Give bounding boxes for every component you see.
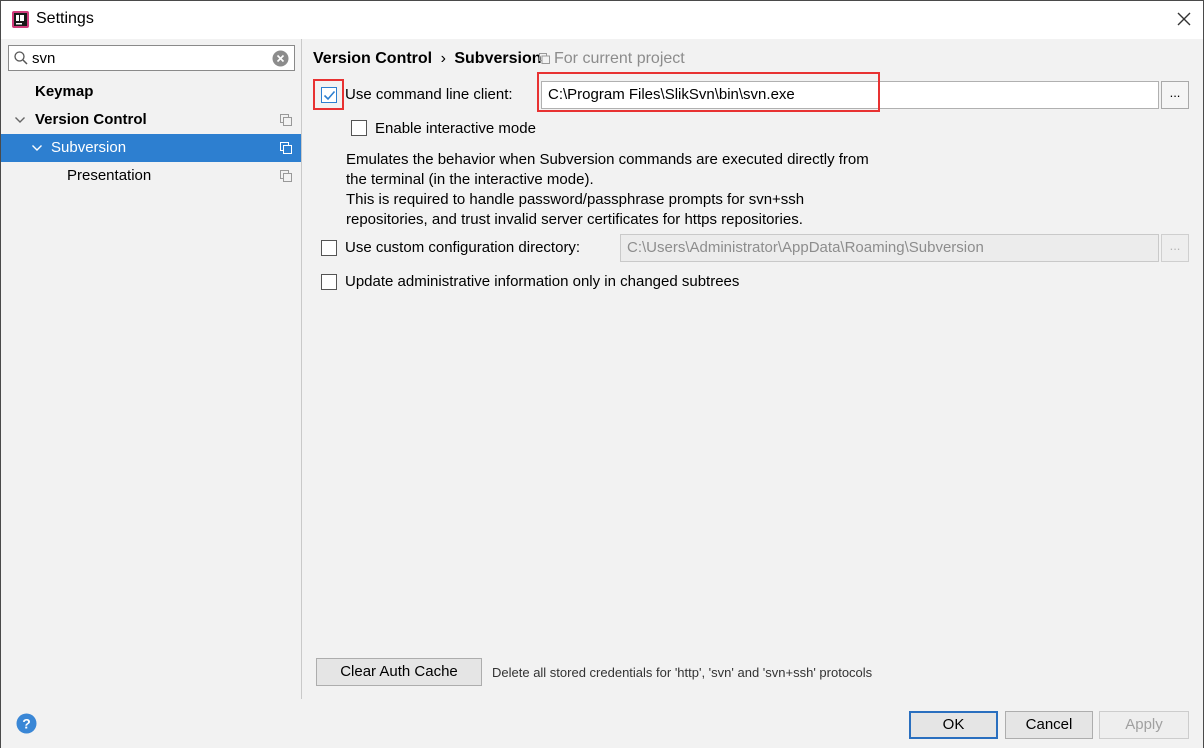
close-icon bbox=[1177, 12, 1191, 26]
search-box[interactable] bbox=[8, 45, 295, 71]
sidebar-item-label: Keymap bbox=[35, 83, 94, 100]
close-window-button[interactable] bbox=[1173, 7, 1195, 31]
ok-button[interactable]: OK bbox=[909, 711, 998, 739]
project-scope-icon bbox=[539, 53, 550, 64]
clear-auth-cache-hint: Delete all stored credentials for 'http'… bbox=[492, 665, 873, 680]
breadcrumb-parent: Version Control bbox=[313, 50, 433, 67]
svn-exe-path-field[interactable]: C:\Program Files\SlikSvn\bin\svn.exe bbox=[541, 81, 1159, 109]
breadcrumb-current: Subversion bbox=[454, 50, 542, 67]
interactive-mode-label: Enable interactive mode bbox=[375, 120, 536, 137]
scope-label: For current project bbox=[539, 50, 685, 68]
custom-config-path-field[interactable]: C:\Users\Administrator\AppData\Roaming\S… bbox=[620, 234, 1159, 262]
update-admin-info-label: Update administrative information only i… bbox=[345, 273, 740, 290]
sidebar-item-label: Version Control bbox=[35, 111, 147, 128]
clear-search-icon[interactable] bbox=[272, 50, 289, 67]
sidebar-item-keymap[interactable]: Keymap bbox=[1, 78, 301, 106]
project-scope-icon bbox=[280, 142, 292, 154]
settings-window: Settings Keymap Version Con bbox=[0, 0, 1204, 748]
description-line: repositories, and trust invalid server c… bbox=[346, 211, 803, 228]
use-cmd-client-label: Use command line client: bbox=[345, 86, 513, 103]
title-bar: Settings bbox=[1, 1, 1203, 39]
window-title: Settings bbox=[36, 10, 94, 27]
description-line: This is required to handle password/pass… bbox=[346, 191, 805, 208]
description-line: the terminal (in the interactive mode). bbox=[346, 171, 594, 188]
sidebar-item-label: Subversion bbox=[51, 139, 127, 156]
sidebar-item-subversion[interactable]: Subversion bbox=[1, 134, 301, 162]
help-icon[interactable]: ? bbox=[16, 713, 37, 734]
chevron-down-icon[interactable] bbox=[31, 142, 43, 154]
scope-text: For current project bbox=[554, 50, 685, 67]
browse-svn-exe-button[interactable]: ... bbox=[1161, 81, 1189, 109]
custom-config-label: Use custom configuration directory: bbox=[345, 239, 581, 256]
cancel-button[interactable]: Cancel bbox=[1005, 711, 1093, 739]
sidebar-item-presentation[interactable]: Presentation bbox=[1, 162, 301, 190]
checkmark-icon bbox=[323, 90, 336, 101]
interactive-mode-checkbox[interactable] bbox=[351, 120, 367, 136]
settings-sidebar: Keymap Version Control Subversion Prese bbox=[1, 39, 302, 699]
apply-button[interactable]: Apply bbox=[1099, 711, 1189, 739]
dialog-footer: ? OK Cancel Apply bbox=[1, 699, 1203, 748]
custom-config-checkbox[interactable] bbox=[321, 240, 337, 256]
browse-config-dir-button[interactable]: ... bbox=[1161, 234, 1189, 262]
project-scope-icon bbox=[280, 114, 292, 126]
update-admin-info-checkbox[interactable] bbox=[321, 274, 337, 290]
search-icon bbox=[14, 51, 28, 65]
sidebar-item-label: Presentation bbox=[67, 167, 152, 184]
intellij-app-icon bbox=[12, 11, 29, 28]
description-line: Emulates the behavior when Subversion co… bbox=[346, 151, 869, 168]
svg-text:?: ? bbox=[22, 716, 31, 732]
breadcrumb: Version Control › Subversion bbox=[313, 50, 542, 68]
breadcrumb-separator: › bbox=[440, 50, 446, 67]
clear-auth-cache-button[interactable]: Clear Auth Cache bbox=[316, 658, 482, 686]
chevron-down-icon[interactable] bbox=[14, 114, 26, 126]
sidebar-item-version-control[interactable]: Version Control bbox=[1, 106, 301, 134]
settings-content: Version Control › Subversion For current… bbox=[303, 39, 1203, 699]
use-cmd-client-checkbox[interactable] bbox=[321, 87, 337, 103]
search-input[interactable] bbox=[32, 48, 272, 68]
interactive-mode-description: Emulates the behavior when Subversion co… bbox=[346, 150, 966, 230]
project-scope-icon bbox=[280, 170, 292, 182]
